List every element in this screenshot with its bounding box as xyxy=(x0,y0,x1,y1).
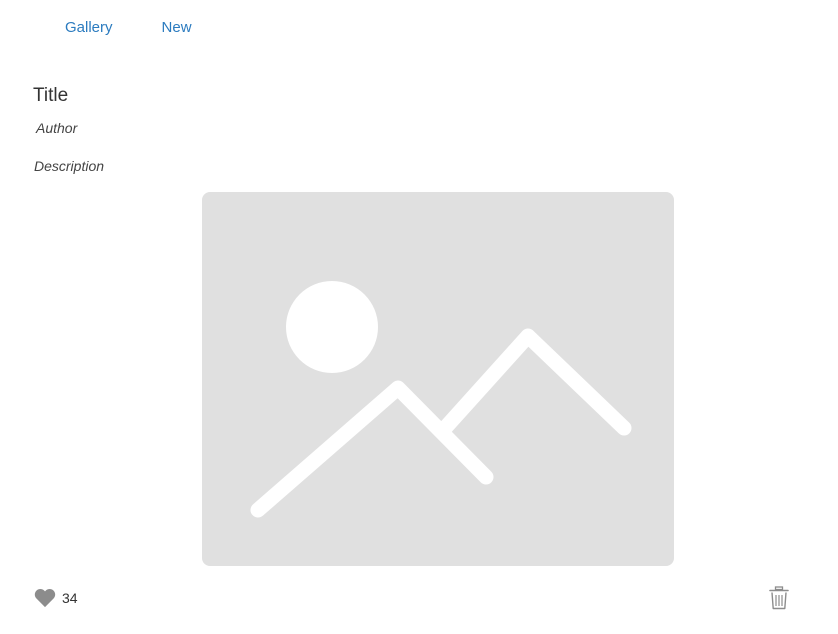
post-image xyxy=(202,192,674,566)
delete-button[interactable] xyxy=(768,586,790,610)
heart-icon[interactable] xyxy=(34,588,56,608)
top-nav: Gallery New xyxy=(65,18,192,38)
nav-link-gallery[interactable]: Gallery xyxy=(65,18,113,38)
post-description: Description xyxy=(34,158,105,174)
post-author: Author xyxy=(36,120,78,136)
image-placeholder-icon xyxy=(250,281,632,518)
page: Gallery New Title Author Description 34 xyxy=(0,0,838,634)
like-count: 34 xyxy=(62,590,78,606)
trash-icon[interactable] xyxy=(768,586,790,610)
like-button[interactable]: 34 xyxy=(34,588,78,608)
nav-link-new[interactable]: New xyxy=(162,18,192,38)
post-title: Title xyxy=(33,85,69,106)
